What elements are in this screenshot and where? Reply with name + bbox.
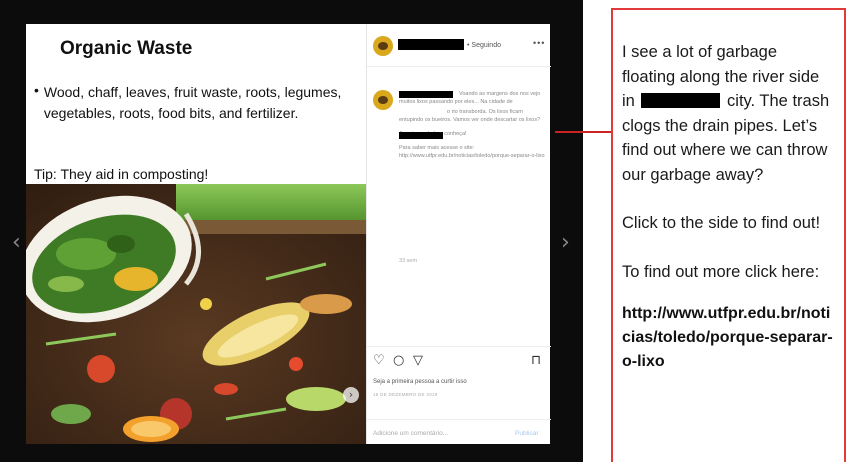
- caption-avatar[interactable]: [373, 90, 393, 110]
- bookmark-icon[interactable]: ⊓: [531, 354, 541, 368]
- photo-next-icon[interactable]: ›: [343, 387, 359, 403]
- redacted-city-name: [641, 93, 721, 108]
- prev-arrow-icon[interactable]: ‹: [12, 232, 21, 254]
- action-bar: ♡ ○ ▽ ⊓: [373, 354, 545, 370]
- header-divider: [367, 66, 551, 67]
- post-time: 33 sem: [399, 258, 418, 264]
- post-date: 16 DE DEZEMBRO DE 2019: [373, 392, 438, 397]
- compost-illustration: [26, 184, 366, 444]
- avatar[interactable]: [373, 36, 393, 56]
- redacted-city: [399, 132, 443, 139]
- actions-divider: [367, 346, 551, 347]
- annotation-find-more: To find out more click here:: [622, 262, 820, 281]
- callout-connector: [555, 131, 611, 133]
- slide-bullet: • Wood, chaff, leaves, fruit waste, root…: [34, 82, 349, 124]
- annotation-click-side: Click to the side to find out!: [622, 214, 821, 232]
- heart-icon[interactable]: ♡: [373, 354, 385, 368]
- next-arrow-icon[interactable]: ›: [561, 232, 570, 254]
- instagram-panel: • Seguindo ••• Voando as margens dos nos…: [366, 24, 551, 444]
- annotation-link[interactable]: http://www.utfpr.edu.br/noticias/toledo/…: [622, 302, 834, 374]
- following-label[interactable]: • Seguindo: [467, 42, 501, 49]
- slide-bullet-text: Wood, chaff, leaves, fruit waste, roots,…: [43, 84, 342, 121]
- share-icon[interactable]: ▽: [413, 354, 423, 368]
- post-caption: Voando as margens dos nos vejo muitos li…: [399, 90, 545, 166]
- comment-input[interactable]: Adicione um comentário...: [373, 430, 448, 437]
- comment-icon[interactable]: ○: [393, 354, 404, 368]
- caption-line: Para saber mais acesse o site: http://ww…: [399, 145, 545, 159]
- caption-line: o rio transborda. Os lixos ficam entupin…: [399, 109, 541, 123]
- redacted-username: [398, 39, 464, 50]
- annotation-paragraph: I see a lot of garbage floating along th…: [622, 40, 834, 187]
- more-options-icon[interactable]: •••: [533, 38, 545, 48]
- comment-divider: [367, 419, 551, 420]
- slide-image: Organic Waste • Wood, chaff, leaves, fru…: [26, 24, 366, 444]
- annotation-box: I see a lot of garbage floating along th…: [611, 8, 846, 462]
- bullet-dot: •: [34, 82, 39, 98]
- slide-title: Organic Waste: [60, 38, 193, 59]
- publish-button[interactable]: Publicar: [515, 430, 538, 437]
- compost-photo: ›: [26, 184, 366, 444]
- likes-text: Seja a primeira pessoa a curtir isso: [373, 379, 467, 385]
- caption-line: Voando as margens dos nos vejo muitos li…: [399, 91, 541, 105]
- slide-tip: Tip: They aid in composting!: [34, 166, 209, 182]
